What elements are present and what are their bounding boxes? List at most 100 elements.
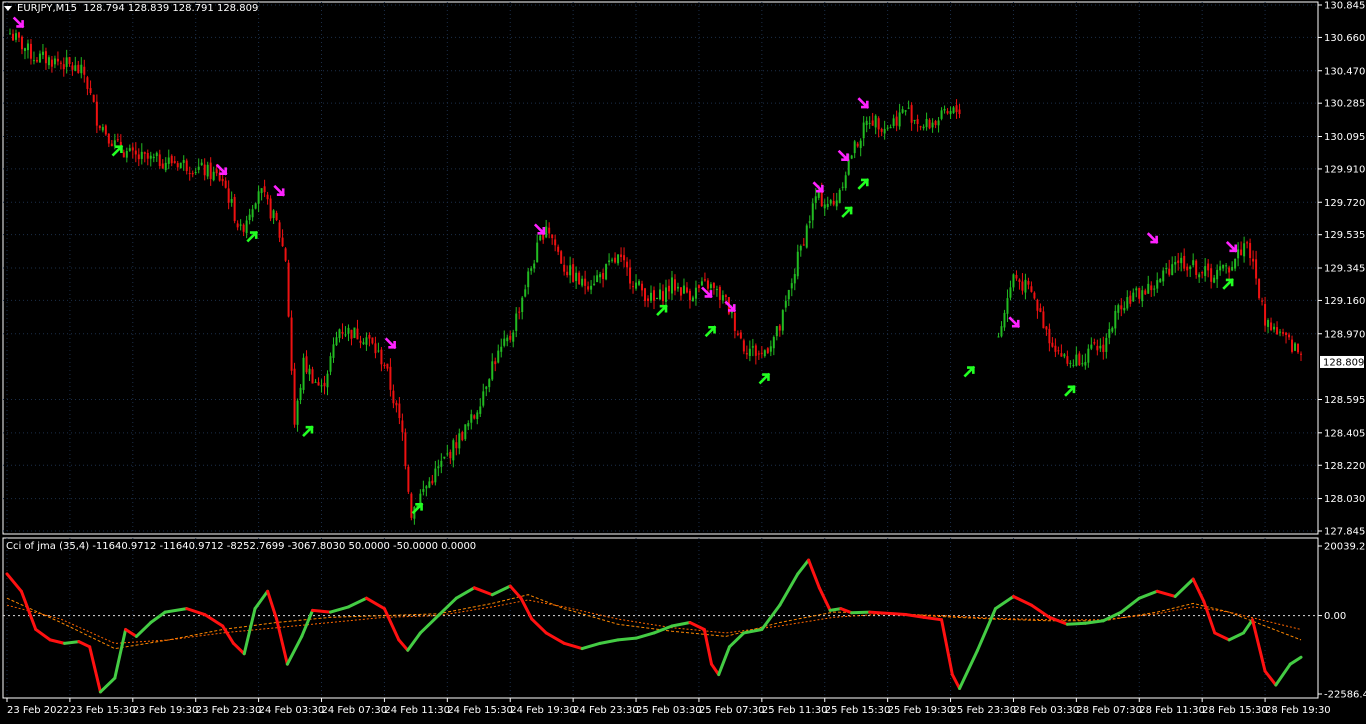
candle-body	[50, 59, 53, 67]
chart-canvas[interactable]: 130.845 130.660 130.470 130.285 130.095 129.9…	[0, 0, 1366, 721]
candle-body	[101, 127, 104, 131]
candle-body	[1033, 292, 1036, 299]
candle-body	[578, 272, 581, 285]
candle-body	[688, 290, 691, 301]
cci-segment	[329, 605, 350, 614]
candle-body	[1129, 295, 1132, 304]
candle-body	[437, 466, 440, 469]
candle-body	[8, 33, 11, 35]
cci-segment	[562, 641, 584, 651]
candle-body	[74, 65, 77, 72]
candle-body	[530, 268, 533, 271]
cci-segment	[19, 589, 38, 631]
candle-body	[940, 110, 943, 119]
time-tick-label: 25 Feb 15:30	[825, 705, 891, 716]
cci-segment	[616, 636, 638, 642]
candle-body	[1045, 326, 1048, 330]
candle-body	[958, 109, 961, 114]
candle-body	[86, 77, 89, 89]
candle-body	[1075, 354, 1078, 366]
signal-line-1	[6, 594, 1302, 650]
candle-body	[715, 289, 718, 291]
candle-body	[38, 53, 41, 63]
candle-body	[1114, 310, 1117, 329]
candle-body	[829, 200, 832, 204]
candle-body	[269, 198, 272, 219]
cci-segment	[778, 572, 800, 607]
candle-body	[1192, 260, 1195, 266]
indicator-tick-label: 0.00	[1324, 611, 1346, 622]
cci-segment	[710, 662, 721, 677]
candle-body	[1165, 268, 1168, 270]
candle-body	[515, 313, 518, 332]
price-tick-label: 127.845	[1324, 527, 1365, 538]
candle-body	[1132, 292, 1135, 302]
candle-body	[1153, 288, 1156, 290]
candle-body	[925, 118, 928, 128]
cci-segment	[828, 607, 843, 612]
candle-body	[1057, 350, 1060, 352]
candle-body	[398, 403, 401, 419]
price-tick-label: 130.845	[1324, 1, 1365, 12]
candle-body	[1108, 329, 1111, 338]
candle-body	[1141, 290, 1144, 302]
cci-segment	[807, 558, 821, 590]
candle-body	[35, 59, 38, 62]
candle-body	[814, 196, 817, 204]
cci-segment	[311, 608, 333, 614]
candle-body	[850, 155, 853, 159]
cci-segment	[63, 640, 81, 645]
candle-body	[1018, 279, 1021, 282]
candle-body	[1261, 300, 1264, 302]
candle-body	[251, 209, 254, 218]
candle-body	[383, 364, 386, 367]
candle-body	[653, 290, 656, 301]
candle-body	[697, 285, 700, 289]
arrow-down-icon	[857, 97, 870, 109]
chart-window[interactable]: 130.845 130.660 130.470 130.285 130.095 129.9…	[0, 0, 1366, 721]
candle-body	[368, 334, 371, 339]
candle-body	[143, 152, 146, 154]
candle-body	[362, 342, 365, 345]
candle-body	[808, 221, 811, 223]
main-chart-header[interactable]: EURJPY,M15 128.794 128.839 128.791 128.8…	[4, 3, 258, 14]
candle-body	[1249, 243, 1252, 258]
candle-body	[907, 107, 910, 109]
cci-segment	[950, 673, 962, 690]
candle-body	[572, 264, 575, 282]
candle-body	[617, 254, 620, 264]
cci-segment	[406, 631, 422, 652]
candle-body	[80, 64, 83, 74]
cci-segment	[113, 627, 128, 680]
candle-body	[1123, 307, 1126, 311]
candle-body	[587, 286, 590, 290]
candle-body	[691, 297, 694, 302]
candle-body	[1258, 278, 1261, 299]
candle-body	[536, 242, 539, 263]
candle-body	[638, 281, 641, 285]
candle-body	[1171, 264, 1174, 276]
candle-body	[326, 373, 329, 388]
candle-body	[293, 368, 296, 425]
candle-body	[209, 162, 212, 179]
current-price-label: 128.809	[1323, 357, 1364, 368]
candle-body	[263, 186, 266, 193]
candle-body	[308, 368, 311, 375]
cci-segment	[940, 618, 954, 677]
candle-body	[889, 127, 892, 129]
candle-body	[1135, 288, 1138, 291]
price-tick-label: 128.595	[1324, 395, 1365, 406]
candle-body	[937, 120, 940, 126]
candle-body	[922, 126, 925, 129]
price-tick-label: 129.345	[1324, 264, 1365, 275]
dropdown-triangle-icon[interactable]	[4, 5, 12, 11]
candle-body	[1042, 311, 1045, 329]
candle-body	[233, 197, 236, 222]
candle-body	[1009, 287, 1012, 298]
candle-body	[554, 239, 557, 246]
candle-body	[721, 295, 724, 301]
candle-body	[137, 154, 140, 160]
cci-segment	[98, 676, 117, 694]
signal-arrows	[12, 16, 1238, 515]
candle-body	[1219, 266, 1222, 271]
